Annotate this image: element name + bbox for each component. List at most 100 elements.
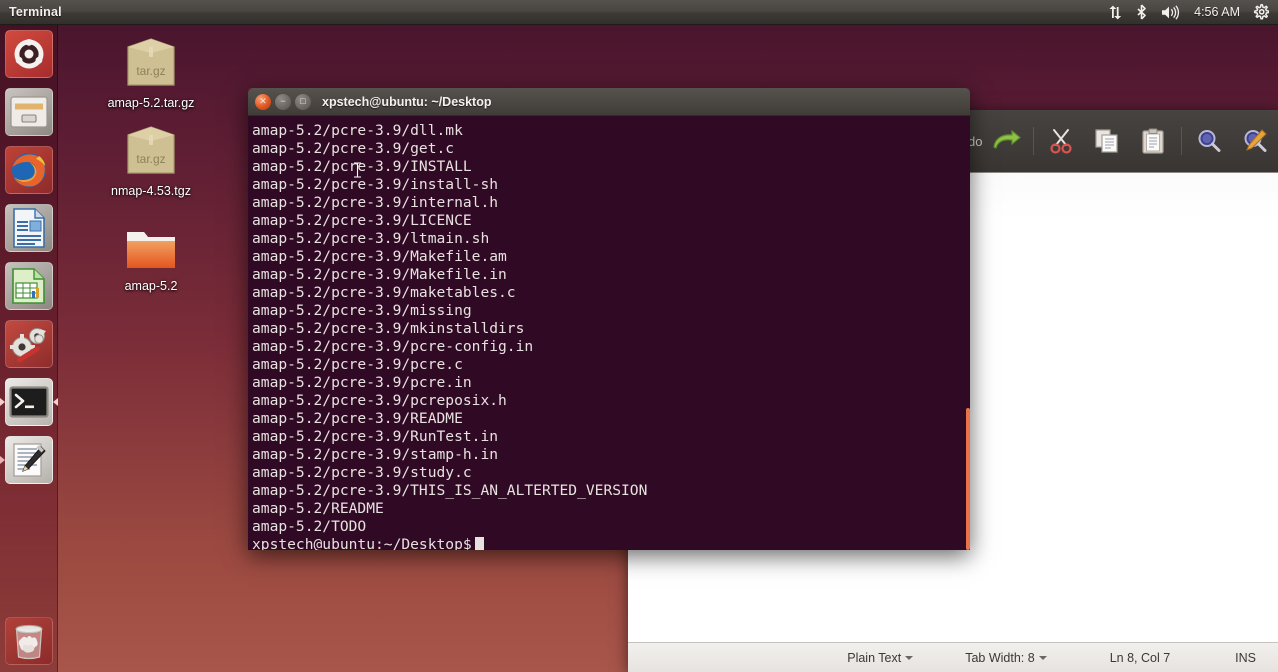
- replace-button[interactable]: [1232, 114, 1278, 168]
- launcher-item-terminal[interactable]: [0, 373, 58, 431]
- terminal-prompt: xpstech@ubuntu:~/Desktop$: [252, 536, 472, 550]
- terminal-icon: [9, 386, 49, 418]
- terminal-output-line: amap-5.2/pcre-3.9/pcreposix.h: [252, 392, 507, 409]
- desktop-screen: Terminal 4:56 AM tar.gz amap-5.2.tar.gz …: [0, 0, 1278, 672]
- document-icon: [13, 208, 45, 248]
- terminal-output-line: amap-5.2/pcre-3.9/RunTest.in: [252, 428, 499, 445]
- copy-button[interactable]: [1084, 114, 1130, 168]
- bluetooth-icon[interactable]: [1135, 4, 1148, 20]
- panel-app-title[interactable]: Terminal: [9, 5, 62, 19]
- unity-launcher: [0, 25, 58, 672]
- terminal-output-line: amap-5.2/TODO: [252, 518, 367, 535]
- svg-text:tar.gz: tar.gz: [136, 64, 165, 78]
- terminal-output-line: amap-5.2/pcre-3.9/missing: [252, 302, 472, 319]
- desktop-icon-amap-folder[interactable]: amap-5.2: [96, 222, 206, 293]
- paste-button[interactable]: [1130, 114, 1176, 168]
- language-selector[interactable]: Plain Text: [847, 650, 914, 665]
- terminal-title-label: xpstech@ubuntu: ~/Desktop: [322, 94, 492, 109]
- launcher-item-dash-home[interactable]: [0, 25, 58, 83]
- terminal-output-line: amap-5.2/pcre-3.9/mkinstalldirs: [252, 320, 525, 337]
- scissors-icon: [1050, 129, 1072, 154]
- launcher-item-firefox[interactable]: [0, 141, 58, 199]
- terminal-lines: amap-5.2/pcre-3.9/dll.mk amap-5.2/pcre-3.…: [251, 122, 970, 550]
- tab-width-selector[interactable]: Tab Width: 8: [965, 650, 1047, 665]
- cursor-position: Ln 8, Col 7: [1109, 650, 1171, 665]
- maximize-button[interactable]: □: [295, 93, 311, 110]
- volume-icon[interactable]: [1161, 4, 1181, 20]
- terminal-output-line: amap-5.2/pcre-3.9/Makefile.am: [252, 248, 507, 265]
- redo-arrow-icon: [992, 129, 1021, 149]
- terminal-output-line: amap-5.2/README: [252, 500, 384, 517]
- terminal-output-line: amap-5.2/pcre-3.9/pcre.in: [252, 374, 472, 391]
- archive-icon: tar.gz: [127, 126, 175, 174]
- desktop-icon-nmap-tgz[interactable]: tar.gz nmap-4.53.tgz: [96, 121, 206, 198]
- tab-width-label: Tab Width: 8: [965, 650, 1035, 665]
- scrollbar-thumb[interactable]: [966, 408, 970, 550]
- copy-icon: [1095, 129, 1118, 153]
- launcher-item-trash[interactable]: [0, 612, 58, 670]
- file-manager-icon: [10, 96, 48, 128]
- gears-wrench-icon: [10, 328, 46, 363]
- network-icon[interactable]: [1107, 5, 1122, 20]
- terminal-window[interactable]: ✕ − □ xpstech@ubuntu: ~/Desktop amap-5.2…: [248, 88, 970, 550]
- spreadsheet-icon: [12, 268, 45, 304]
- terminal-output-line: amap-5.2/pcre-3.9/dll.mk: [252, 122, 463, 139]
- terminal-output-line: amap-5.2/pcre-3.9/pcre-config.in: [252, 338, 534, 355]
- close-button[interactable]: ✕: [255, 93, 271, 110]
- redo-button[interactable]: [982, 114, 1028, 168]
- text-editor-icon: [13, 443, 46, 477]
- terminal-output-line: amap-5.2/pcre-3.9/THIS_IS_AN_ALTERTED_VE…: [252, 482, 648, 499]
- focused-indicator-right-terminal: [53, 398, 58, 406]
- terminal-output-line: amap-5.2/pcre-3.9/internal.h: [252, 194, 499, 211]
- terminal-output-line: amap-5.2/pcre-3.9/study.c: [252, 464, 472, 481]
- redo-button-label[interactable]: do: [968, 134, 982, 149]
- desktop-icon-amap-targz[interactable]: tar.gz amap-5.2.tar.gz: [96, 33, 206, 110]
- chevron-down-icon: [905, 655, 914, 660]
- trash-icon: [15, 624, 43, 660]
- panel-indicators: 4:56 AM: [1107, 4, 1278, 20]
- launcher-item-files[interactable]: [0, 83, 58, 141]
- minimize-icon: −: [280, 96, 286, 106]
- magnifier-icon: [1198, 130, 1221, 152]
- terminal-output-line: amap-5.2/pcre-3.9/stamp-h.in: [252, 446, 499, 463]
- top-panel: Terminal 4:56 AM: [0, 0, 1278, 25]
- terminal-output-line: amap-5.2/pcre-3.9/maketables.c: [252, 284, 516, 301]
- clock[interactable]: 4:56 AM: [1194, 5, 1240, 19]
- firefox-icon: [12, 153, 46, 187]
- launcher-item-settings[interactable]: [0, 315, 58, 373]
- terminal-output-line: amap-5.2/pcre-3.9/get.c: [252, 140, 455, 157]
- desktop-icon-label: amap-5.2: [124, 279, 178, 293]
- text-cursor-icon: [354, 162, 361, 178]
- desktop-icon-label: amap-5.2.tar.gz: [107, 96, 195, 110]
- terminal-output-line: amap-5.2/pcre-3.9/LICENCE: [252, 212, 472, 229]
- gedit-status-bar: Plain Text Tab Width: 8 Ln 8, Col 7 INS: [628, 642, 1278, 672]
- close-icon: ✕: [259, 96, 267, 106]
- terminal-output-line: amap-5.2/pcre-3.9/pcre.c: [252, 356, 463, 373]
- terminal-output-line: amap-5.2/pcre-3.9/ltmain.sh: [252, 230, 490, 247]
- find-replace-icon: [1244, 129, 1267, 152]
- language-label: Plain Text: [847, 650, 902, 665]
- minimize-button[interactable]: −: [275, 93, 291, 110]
- terminal-cursor: [474, 537, 484, 550]
- toolbar-separator: [1180, 127, 1182, 155]
- folder-icon: [127, 232, 175, 268]
- launcher-item-gedit[interactable]: [0, 431, 58, 489]
- launcher-item-writer[interactable]: [0, 199, 58, 257]
- toolbar-separator: [1032, 127, 1034, 155]
- launcher-item-calc[interactable]: [0, 257, 58, 315]
- insert-mode-indicator: INS: [1235, 650, 1256, 665]
- archive-icon: tar.gz: [127, 38, 175, 86]
- maximize-icon: □: [300, 96, 306, 106]
- gear-icon[interactable]: [1253, 4, 1269, 20]
- terminal-scrollbar[interactable]: [966, 116, 970, 550]
- desktop-icon-label: nmap-4.53.tgz: [111, 184, 191, 198]
- ubuntu-logo-icon: [14, 39, 44, 69]
- chevron-down-icon: [1038, 655, 1047, 660]
- terminal-titlebar[interactable]: ✕ − □ xpstech@ubuntu: ~/Desktop: [248, 88, 970, 116]
- clipboard-icon: [1142, 128, 1164, 154]
- cut-button[interactable]: [1038, 114, 1084, 168]
- terminal-output-line: amap-5.2/pcre-3.9/README: [252, 410, 463, 427]
- terminal-prompt-line: xpstech@ubuntu:~/Desktop$: [252, 536, 970, 550]
- terminal-output-area[interactable]: amap-5.2/pcre-3.9/dll.mk amap-5.2/pcre-3.…: [248, 116, 970, 550]
- find-button[interactable]: [1185, 114, 1231, 168]
